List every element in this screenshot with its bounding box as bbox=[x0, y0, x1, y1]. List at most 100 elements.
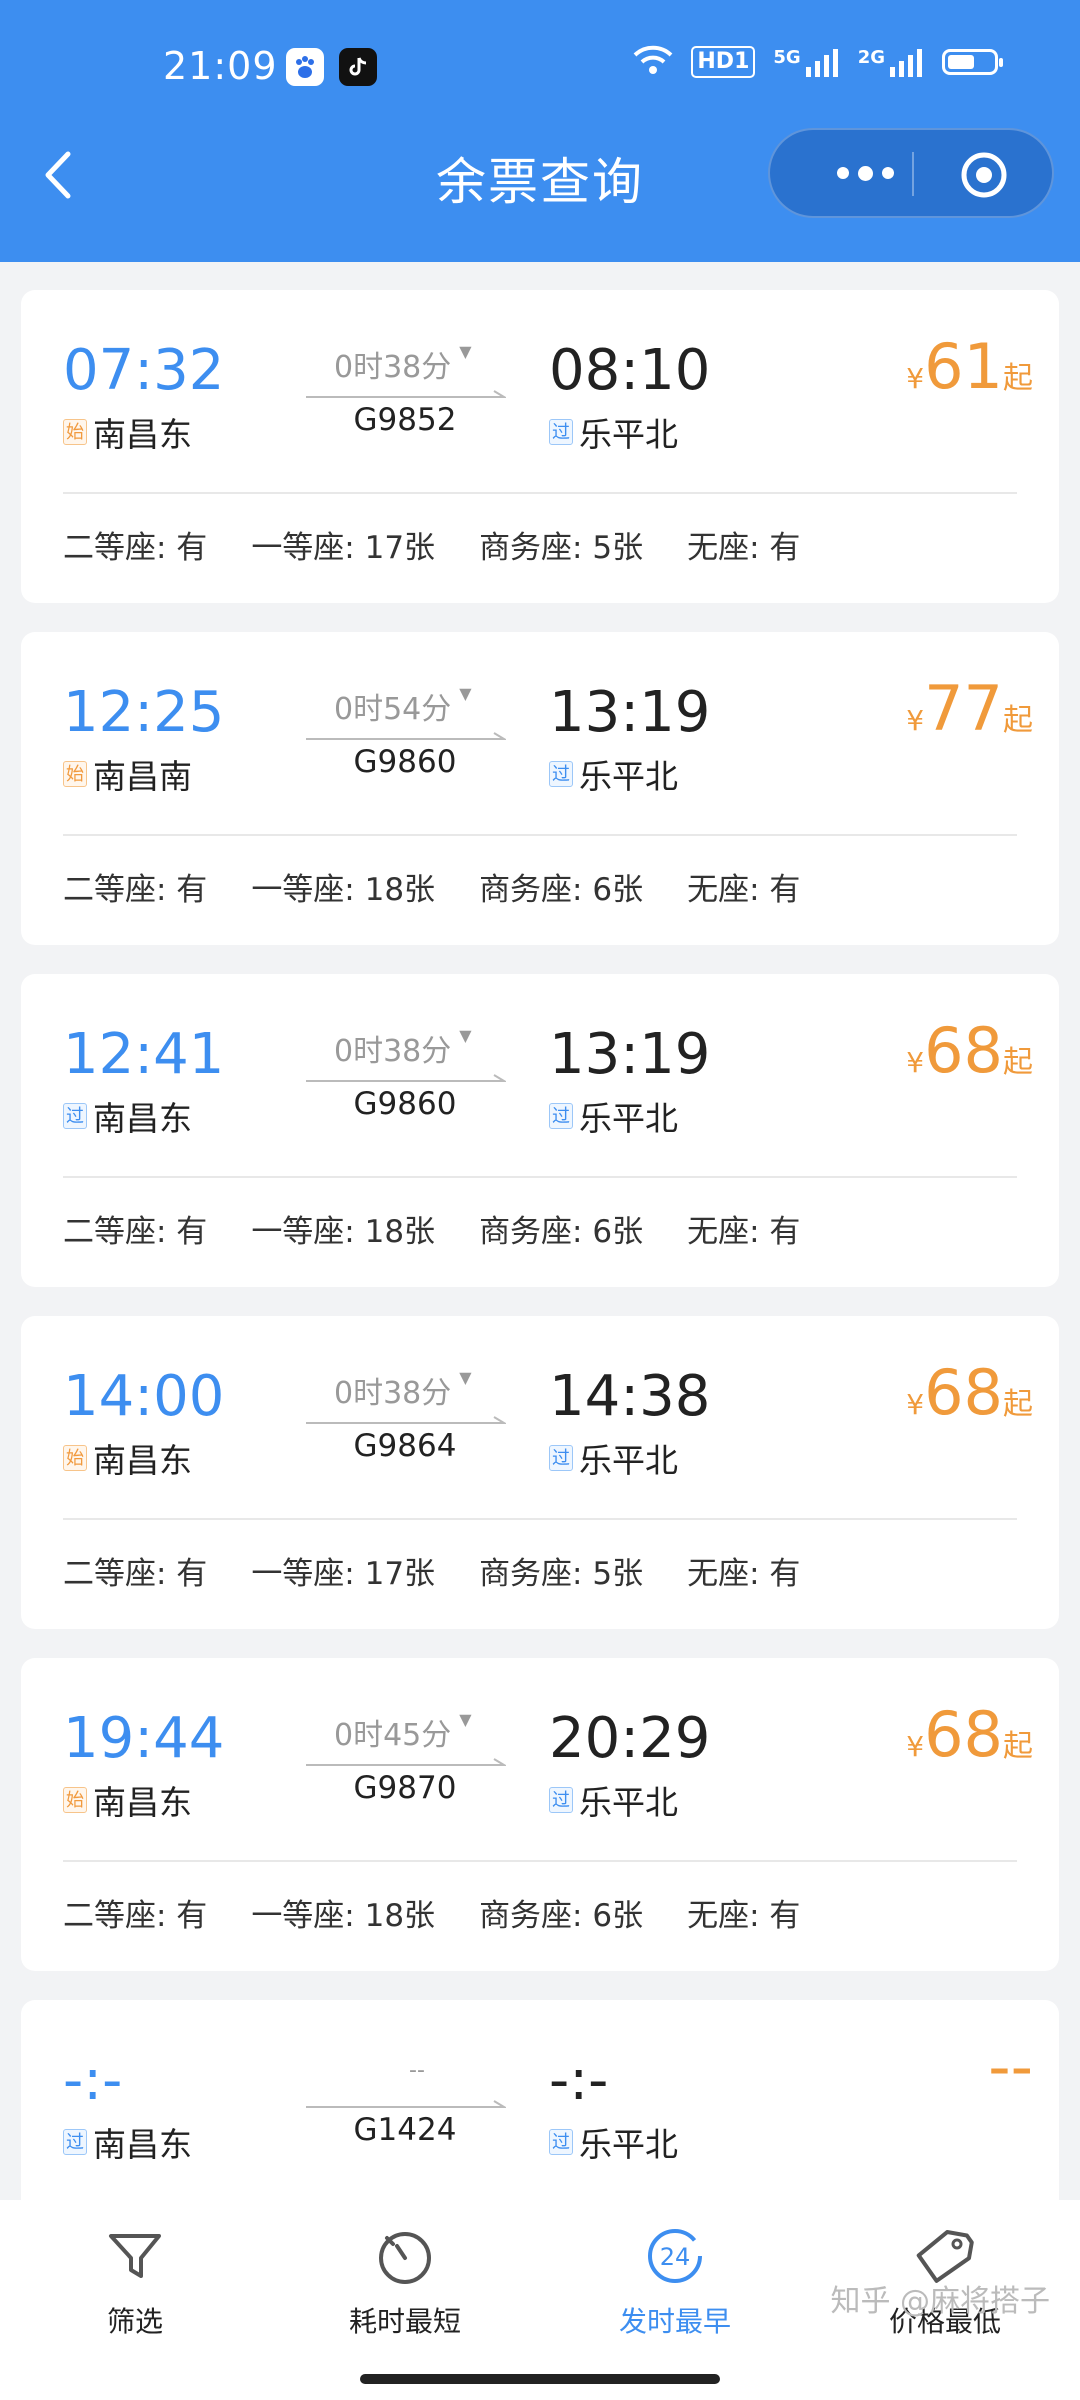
trip-duration[interactable]: --▼ bbox=[409, 2058, 425, 2083]
duration-text: 0时38分 bbox=[334, 1376, 452, 1411]
ticket-card[interactable]: 19:44 始 南昌东 0时45分 ▼ G9870 20:29 过 乐平北 ¥68… bbox=[21, 1658, 1059, 1971]
seat-availability: 二等座: 有 一等座: 18张 商务座: 6张 无座: 有 bbox=[63, 864, 844, 909]
arrival-station: 过 乐平北 bbox=[549, 1776, 678, 1824]
seat-class-status: 二等座: 有 bbox=[63, 872, 208, 908]
departure-station-badge: 始 bbox=[63, 419, 87, 445]
route-arrow-icon bbox=[306, 1074, 506, 1082]
arrival-time: 08:10 bbox=[549, 338, 711, 403]
hd-badge: HD1 bbox=[691, 46, 756, 78]
seat-availability: 二等座: 有 一等座: 17张 商务座: 5张 无座: 有 bbox=[63, 522, 844, 567]
close-miniapp-button[interactable] bbox=[960, 151, 1008, 199]
departure-station-name: 南昌东 bbox=[93, 1441, 192, 1480]
route-arrow-icon bbox=[306, 2100, 506, 2108]
status-indicators: HD1 5G 2G bbox=[633, 44, 1003, 80]
arrival-station: 过 乐平北 bbox=[549, 2118, 678, 2166]
ticket-card[interactable]: 14:00 始 南昌东 0时38分 ▼ G9864 14:38 过 乐平北 ¥68… bbox=[21, 1316, 1059, 1629]
departure-station-badge: 过 bbox=[63, 1103, 87, 1129]
price-suffix: 起 bbox=[1003, 703, 1033, 738]
arrival-time: -:- bbox=[549, 2048, 609, 2113]
arrival-station-name: 乐平北 bbox=[579, 2125, 678, 2164]
arrival-station-badge: 过 bbox=[549, 761, 573, 787]
arrival-station-badge: 过 bbox=[549, 1103, 573, 1129]
tab-earliest-departure[interactable]: 24 发时最早 bbox=[575, 2224, 775, 2340]
arrival-time: 20:29 bbox=[549, 1706, 711, 1771]
departure-time: 07:32 bbox=[63, 338, 225, 403]
duration-text: 0时45分 bbox=[334, 1718, 452, 1753]
signal-icon: 5G bbox=[773, 47, 839, 77]
train-number: G1424 bbox=[353, 2112, 457, 2148]
tiktok-app-icon bbox=[339, 48, 377, 86]
price-amount: 77 bbox=[924, 672, 1003, 745]
arrival-station: 过 乐平北 bbox=[549, 408, 678, 456]
arrival-station-name: 乐平北 bbox=[579, 1099, 678, 1138]
seat-availability: 二等座: 有 一等座: 17张 商务座: 5张 无座: 有 bbox=[63, 1548, 844, 1593]
network-type-2: 2G bbox=[857, 47, 885, 68]
battery-fill bbox=[948, 55, 974, 69]
wifi-icon bbox=[633, 44, 673, 80]
departure-time: 19:44 bbox=[63, 1706, 225, 1771]
signal-icon-2: 2G bbox=[858, 47, 924, 77]
seat-class-status: 一等座: 18张 bbox=[251, 1214, 436, 1250]
arrival-time: 13:19 bbox=[549, 1022, 711, 1087]
caret-down-icon: ▼ bbox=[459, 342, 472, 361]
departure-station-name: 南昌东 bbox=[93, 415, 192, 454]
tab-shortest-duration[interactable]: 耗时最短 bbox=[305, 2224, 505, 2340]
capsule-divider bbox=[912, 152, 914, 196]
price-currency: ¥ bbox=[906, 1730, 925, 1763]
price-currency: ¥ bbox=[906, 1388, 925, 1421]
trip-duration[interactable]: 0时54分 ▼ bbox=[334, 684, 472, 728]
seat-class-status: 一等座: 18张 bbox=[251, 1898, 436, 1934]
price-amount: -- bbox=[988, 2030, 1033, 2103]
battery-icon bbox=[942, 49, 1003, 75]
ticket-price: ¥61起 bbox=[906, 330, 1033, 403]
seat-class-status: 商务座: 6张 bbox=[479, 872, 644, 908]
header-bar: 21:09 HD1 5G 2G 余票查询 bbox=[0, 0, 1080, 262]
arrival-time: 14:38 bbox=[549, 1364, 711, 1429]
target-circle-icon bbox=[961, 152, 1007, 198]
miniapp-capsule bbox=[768, 128, 1054, 218]
ticket-price: ¥68起 bbox=[906, 1356, 1033, 1429]
seat-class-status: 商务座: 5张 bbox=[479, 1556, 644, 1592]
trip-duration[interactable]: 0时38分 ▼ bbox=[334, 342, 472, 386]
seat-class-status: 二等座: 有 bbox=[63, 1214, 208, 1250]
ticket-price: ¥68起 bbox=[906, 1014, 1033, 1087]
ticket-card[interactable]: 12:41 过 南昌东 0时38分 ▼ G9860 13:19 过 乐平北 ¥68… bbox=[21, 974, 1059, 1287]
more-button[interactable] bbox=[810, 130, 920, 216]
ticket-card[interactable]: 07:32 始 南昌东 0时38分 ▼ G9852 08:10 过 乐平北 ¥61… bbox=[21, 290, 1059, 603]
duration-text: 0时38分 bbox=[334, 350, 452, 385]
price-amount: 68 bbox=[924, 1698, 1003, 1771]
tab-filter[interactable]: 筛选 bbox=[35, 2224, 235, 2340]
price-amount: 68 bbox=[924, 1356, 1003, 1429]
seat-class-status: 一等座: 17张 bbox=[251, 530, 436, 566]
arrival-station-name: 乐平北 bbox=[579, 415, 678, 454]
seat-class-status: 无座: 有 bbox=[687, 1898, 801, 1934]
train-number: G9864 bbox=[353, 1428, 457, 1464]
train-number: G9860 bbox=[353, 744, 457, 780]
route-arrow-icon bbox=[306, 732, 506, 740]
tab-label: 发时最早 bbox=[618, 2305, 731, 2338]
home-indicator[interactable] bbox=[360, 2374, 720, 2384]
trip-duration[interactable]: 0时45分 ▼ bbox=[334, 1710, 472, 1754]
watermark: 知乎 @麻将搭子 bbox=[830, 2284, 1050, 2319]
train-number: G9860 bbox=[353, 1086, 457, 1122]
seat-class-status: 二等座: 有 bbox=[63, 1898, 208, 1934]
caret-down-icon: ▼ bbox=[459, 1710, 472, 1729]
seat-class-status: 一等座: 18张 bbox=[251, 872, 436, 908]
departure-station-name: 南昌东 bbox=[93, 2125, 192, 2164]
train-number: G9852 bbox=[353, 402, 457, 438]
trip-duration[interactable]: 0时38分 ▼ bbox=[334, 1368, 472, 1412]
departure-station-name: 南昌东 bbox=[93, 1783, 192, 1822]
arrival-station: 过 乐平北 bbox=[549, 1092, 678, 1140]
filter-icon bbox=[109, 2234, 161, 2278]
seat-class-status: 一等座: 17张 bbox=[251, 1556, 436, 1592]
price-currency: ¥ bbox=[906, 362, 925, 395]
seat-class-status: 无座: 有 bbox=[687, 1556, 801, 1592]
trip-duration[interactable]: 0时38分 ▼ bbox=[334, 1026, 472, 1070]
network-type-1: 5G bbox=[773, 47, 801, 68]
price-suffix: 起 bbox=[1003, 361, 1033, 396]
baidu-app-icon bbox=[286, 48, 324, 86]
ticket-card[interactable]: 12:25 始 南昌南 0时54分 ▼ G9860 13:19 过 乐平北 ¥77… bbox=[21, 632, 1059, 945]
departure-station-badge: 过 bbox=[63, 2129, 87, 2155]
more-dots-icon bbox=[836, 167, 849, 179]
departure-time: 12:25 bbox=[63, 680, 225, 745]
